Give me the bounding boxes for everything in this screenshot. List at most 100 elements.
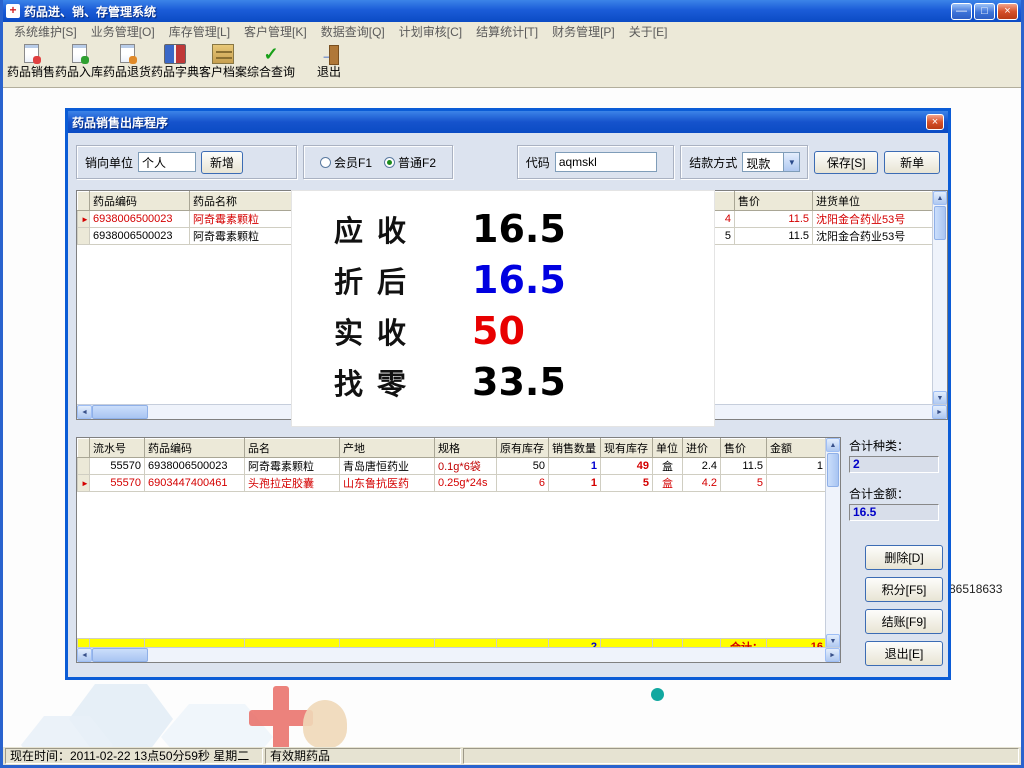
scrollbar-thumb[interactable]	[92, 648, 148, 662]
window-titlebar[interactable]: + 药品进、销、存管理系统 — □ ×	[3, 0, 1021, 22]
scroll-left-button[interactable]: ◄	[77, 648, 92, 662]
dialog-close-button[interactable]: ×	[926, 114, 944, 130]
toolbar-button-drug-stockin[interactable]: 药品入库	[55, 43, 103, 85]
scroll-left-button[interactable]: ◄	[77, 405, 92, 419]
cell: 0.1g*6袋	[435, 458, 497, 475]
paid-value: 50	[472, 309, 525, 353]
drug-dictionary-book-icon	[164, 44, 186, 64]
change-value: 33.5	[472, 360, 566, 404]
row-pointer-icon: ►	[78, 211, 90, 228]
close-button[interactable]: ×	[997, 3, 1018, 20]
display-line-paid: 实收 50	[334, 305, 714, 356]
vertical-scrollbar[interactable]: ▲ ▼	[932, 191, 947, 405]
scrollbar-thumb[interactable]	[92, 405, 148, 419]
minimize-button[interactable]: —	[951, 3, 972, 20]
dialog-title: 药品销售出库程序	[72, 114, 168, 131]
horizontal-scrollbar[interactable]: ◄ ►	[77, 647, 840, 662]
payment-combobox[interactable]: 现款 ▼	[742, 152, 800, 172]
code-input[interactable]	[555, 152, 657, 172]
column-header[interactable]: 原有库存	[497, 439, 549, 458]
menu-item-about[interactable]: 关于[E]	[622, 21, 675, 42]
payment-value: 现款	[743, 153, 783, 171]
maximize-button[interactable]: □	[974, 3, 995, 20]
change-label: 找零	[334, 361, 472, 403]
drug-stockin-icon	[68, 44, 90, 64]
scroll-right-button[interactable]: ►	[932, 405, 947, 419]
toolbar-button-drug-return[interactable]: 药品退货	[103, 43, 151, 85]
column-header[interactable]: 进价	[683, 439, 721, 458]
add-customer-button[interactable]: 新增	[201, 151, 243, 174]
menu-item-finance-management[interactable]: 财务管理[P]	[545, 21, 622, 42]
scroll-right-button[interactable]: ►	[825, 648, 840, 662]
cell: 11.5	[735, 211, 813, 228]
menu-bar: 系统维护[S] 业务管理[O] 库存管理[L] 客户管理[K] 数据查询[Q] …	[3, 22, 1021, 41]
exit-door-icon: →	[318, 44, 340, 64]
save-button[interactable]: 保存[S]	[814, 151, 878, 174]
status-valid-drugs: 有效期药品	[265, 748, 461, 764]
column-header[interactable]: 产地	[340, 439, 435, 458]
payment-display-panel: 应收 16.5 折后 16.5 实收 50 找零 33.5	[291, 190, 715, 427]
column-header[interactable]: 药品编码	[145, 439, 245, 458]
scroll-up-button[interactable]: ▲	[933, 191, 947, 205]
sale-unit-group: 销向单位 新增	[76, 145, 297, 179]
paid-label: 实收	[334, 310, 472, 352]
cell: 1	[767, 458, 827, 475]
toolbar-button-comprehensive-query[interactable]: ✓ 综合查询	[247, 43, 295, 85]
checkout-button[interactable]: 结账[F9]	[865, 609, 943, 634]
customer-archive-cabinet-icon	[212, 44, 234, 64]
column-header[interactable]: 销售数量	[549, 439, 601, 458]
menu-item-customer-management[interactable]: 客户管理[K]	[237, 21, 314, 42]
vertical-scrollbar[interactable]: ▲ ▼	[825, 438, 840, 648]
points-button[interactable]: 积分[F5]	[865, 577, 943, 602]
column-header[interactable]: 售价	[735, 192, 813, 211]
menu-item-settlement-statistics[interactable]: 结算统计[T]	[469, 21, 545, 42]
toolbar-button-drug-dictionary[interactable]: 药品字典	[151, 43, 199, 85]
toolbar-button-drug-sale[interactable]: 药品销售	[7, 43, 55, 85]
menu-item-system-maintenance[interactable]: 系统维护[S]	[7, 21, 84, 42]
dropdown-arrow-icon[interactable]: ▼	[783, 153, 799, 171]
display-line-receivable: 应收 16.5	[334, 203, 714, 254]
column-header[interactable]: 单位	[653, 439, 683, 458]
menu-item-business-management[interactable]: 业务管理[O]	[84, 21, 162, 42]
cell: 青岛唐恒药业	[340, 458, 435, 475]
normal-radio[interactable]: 普通F2	[384, 154, 436, 171]
menu-item-data-query[interactable]: 数据查询[Q]	[314, 21, 392, 42]
member-radio[interactable]: 会员F1	[320, 154, 372, 171]
column-header[interactable]: 流水号	[90, 439, 145, 458]
column-header[interactable]: 售价	[721, 439, 767, 458]
scrollbar-thumb[interactable]	[827, 453, 839, 487]
scroll-down-button[interactable]: ▼	[826, 634, 840, 648]
background-phone-text: 86518633	[949, 582, 1002, 596]
table-row[interactable]: 55570 6938006500023 阿奇霉素颗粒 青岛唐恒药业 0.1g*6…	[78, 458, 827, 475]
column-header[interactable]: 药品编码	[90, 192, 190, 211]
scrollbar-thumb[interactable]	[934, 206, 946, 240]
column-header[interactable]: 现有库存	[601, 439, 653, 458]
toolbar-label: 药品入库	[55, 65, 103, 79]
sale-unit-input[interactable]	[138, 152, 196, 172]
cell: 沈阳金合药业53号	[813, 228, 934, 245]
menu-item-inventory-management[interactable]: 库存管理[L]	[162, 21, 237, 42]
column-header[interactable]: 金额	[767, 439, 827, 458]
cell: 6938006500023	[90, 228, 190, 245]
cell	[767, 475, 827, 492]
new-order-button[interactable]: 新单	[884, 151, 940, 174]
column-header[interactable]: 规格	[435, 439, 497, 458]
dialog-titlebar[interactable]: 药品销售出库程序 ×	[68, 111, 948, 133]
toolbar-button-exit[interactable]: → 退出	[305, 43, 353, 85]
row-pointer-icon: ►	[78, 475, 90, 492]
column-header[interactable]: 进货单位	[813, 192, 934, 211]
toolbar-button-customer-archive[interactable]: 客户档案	[199, 43, 247, 85]
member-radio-label: 会员F1	[334, 154, 372, 171]
indicator-cell	[78, 228, 90, 245]
column-header[interactable]: 品名	[245, 439, 340, 458]
scrollbar-track[interactable]	[148, 648, 825, 662]
total-types-value: 2	[849, 456, 939, 473]
exit-dialog-button[interactable]: 退出[E]	[865, 641, 943, 666]
receivable-value: 16.5	[472, 207, 566, 251]
table-row[interactable]: ► 55570 6903447400461 头孢拉定胶囊 山东鲁抗医药 0.25…	[78, 475, 827, 492]
delete-button[interactable]: 删除[D]	[865, 545, 943, 570]
menu-item-plan-audit[interactable]: 计划审核[C]	[392, 21, 469, 42]
scroll-up-button[interactable]: ▲	[826, 438, 840, 452]
scroll-down-button[interactable]: ▼	[933, 391, 947, 405]
code-label: 代码	[526, 154, 550, 171]
